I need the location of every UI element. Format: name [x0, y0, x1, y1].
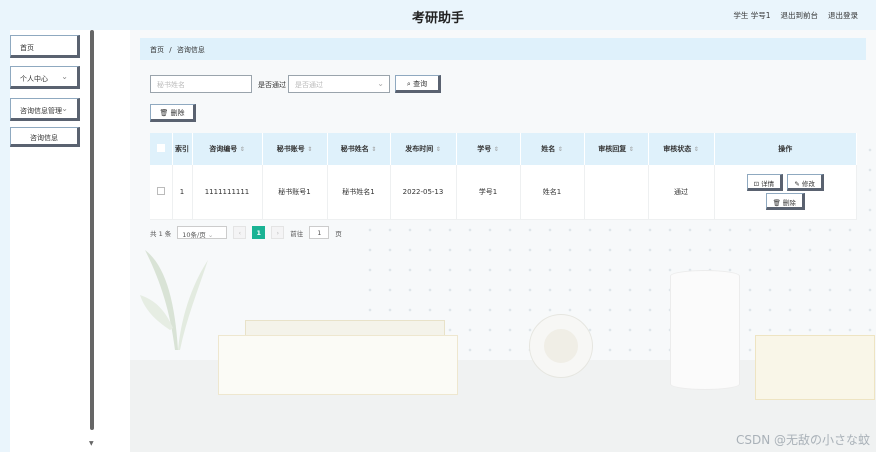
table-row: 1 1111111111 秘书账号1 秘书姓名1 2022-05-13 学号1 …: [150, 165, 857, 220]
user-label: 学生 学号1: [733, 11, 771, 20]
col-review-status[interactable]: 审核状态 ⇕: [648, 133, 715, 165]
sidebar-item-consult-info[interactable]: 咨询信息: [10, 127, 80, 147]
sort-icon: ⇕: [435, 146, 441, 153]
goto-prefix: 前往: [290, 229, 304, 238]
cell-index: 1: [172, 165, 193, 220]
cell-name: 姓名1: [520, 165, 585, 220]
sidebar-item-label: 首页: [20, 44, 34, 52]
chevron-down-icon: ⌄: [61, 72, 68, 81]
row-checkbox[interactable]: [156, 186, 165, 195]
sort-icon: ⇕: [239, 146, 245, 153]
select-all-checkbox[interactable]: [156, 144, 165, 152]
sidebar-item-home[interactable]: 首页: [10, 35, 80, 58]
consult-table: 索引 咨询编号 ⇕ 秘书账号 ⇕ 秘书姓名 ⇕ 发布时间 ⇕ 学号 ⇕ 姓名 ⇕…: [150, 133, 857, 220]
chevron-down-icon: ⌄: [377, 79, 384, 88]
select-all-cell[interactable]: [150, 133, 173, 165]
sort-icon: ⇕: [493, 146, 499, 153]
sidebar-item-label: 咨询信息管理: [20, 107, 62, 115]
chevron-down-icon: ⌄: [61, 104, 68, 113]
breadcrumb-separator: /: [169, 46, 172, 54]
passed-select[interactable]: 是否通过 ⌄: [288, 75, 390, 93]
edit-icon: ✎: [794, 179, 800, 188]
sidebar: [0, 30, 128, 452]
next-page-button[interactable]: ›: [271, 226, 285, 239]
breadcrumb: 首页 / 咨询信息: [140, 38, 866, 60]
chevron-down-icon: ⌄: [207, 231, 214, 239]
sidebar-item-personal[interactable]: 个人中心 ⌄: [10, 66, 80, 89]
sidebar-strip: [0, 30, 10, 452]
cell-student-no: 学号1: [456, 165, 521, 220]
page-button-1[interactable]: 1: [252, 226, 266, 239]
delete-button[interactable]: 🗑 删除: [765, 192, 805, 210]
row-select-cell[interactable]: [150, 165, 173, 220]
cell-publish-time: 2022-05-13: [390, 165, 457, 220]
edit-button[interactable]: ✎ 修改: [787, 173, 824, 191]
col-secretary-name[interactable]: 秘书姓名 ⇕: [327, 133, 391, 165]
ring-decoration: [530, 315, 592, 377]
query-button-label: 查询: [413, 80, 428, 88]
input-placeholder: 秘书姓名: [157, 81, 185, 89]
sort-icon: ⇕: [557, 146, 563, 153]
query-button[interactable]: ⌕ 查询: [395, 75, 441, 93]
delete-button-label: 删除: [170, 109, 185, 117]
scroll-down-arrow-icon[interactable]: ▼: [89, 440, 94, 447]
main-background: [130, 30, 876, 452]
col-secretary-account[interactable]: 秘书账号 ⇕: [262, 133, 328, 165]
goto-page-input[interactable]: 1: [309, 226, 330, 239]
sort-icon: ⇕: [371, 146, 377, 153]
col-name[interactable]: 姓名 ⇕: [520, 133, 585, 165]
search-icon: ⌕: [406, 80, 411, 88]
col-index: 索引: [172, 133, 193, 165]
secretary-name-input[interactable]: 秘书姓名: [150, 75, 252, 93]
trash-icon: 🗑: [772, 198, 781, 207]
cell-review-status: 通过: [648, 165, 715, 220]
total-count: 共 1 条: [150, 229, 172, 238]
goto-suffix: 页: [335, 229, 342, 238]
sidebar-item-consult-manage[interactable]: 咨询信息管理 ⌄: [10, 98, 80, 121]
top-right-nav: 学生 学号1 退出到前台 退出登录: [733, 10, 858, 21]
detail-button[interactable]: ⊡ 详情: [746, 173, 784, 191]
sort-icon: ⇕: [628, 146, 634, 153]
col-student-no[interactable]: 学号 ⇕: [456, 133, 521, 165]
front-link[interactable]: 退出到前台: [781, 10, 819, 21]
logout-link[interactable]: 退出登录: [828, 10, 858, 21]
cell-actions: ⊡ 详情 ✎ 修改 🗑 删除: [714, 165, 857, 220]
table-header-row: 索引 咨询编号 ⇕ 秘书账号 ⇕ 秘书姓名 ⇕ 发布时间 ⇕ 学号 ⇕ 姓名 ⇕…: [150, 133, 857, 165]
select-placeholder: 是否通过: [295, 81, 323, 89]
sort-icon: ⇕: [693, 146, 699, 153]
pagination: 共 1 条 10条/页 ⌄ ‹ 1 › 前往 1 页: [150, 226, 342, 239]
cell-secretary-account: 秘书账号1: [262, 165, 328, 220]
cylinder-decoration: [670, 270, 740, 390]
sidebar-scrollbar[interactable]: [90, 30, 94, 430]
col-publish-time[interactable]: 发布时间 ⇕: [390, 133, 457, 165]
col-review-reply[interactable]: 审核回复 ⇕: [584, 133, 649, 165]
cell-consult-no: 1111111111: [192, 165, 263, 220]
col-actions: 操作: [714, 133, 857, 165]
sidebar-item-label: 咨询信息: [30, 134, 58, 142]
watermark: CSDN @无敌の小さな蚊: [735, 433, 870, 447]
col-consult-no[interactable]: 咨询编号 ⇕: [192, 133, 263, 165]
breadcrumb-current: 咨询信息: [176, 46, 205, 54]
page-size-select[interactable]: 10条/页 ⌄: [177, 226, 228, 239]
pedestal-decoration: [218, 335, 458, 395]
detail-icon: ⊡: [753, 179, 760, 188]
cell-review-reply: [584, 165, 649, 220]
sort-icon: ⇕: [307, 146, 313, 153]
passed-label: 是否通过: [258, 81, 286, 89]
sidebar-item-label: 个人中心: [20, 75, 48, 83]
pedestal-decoration: [755, 335, 875, 400]
cell-secretary-name: 秘书姓名1: [327, 165, 391, 220]
trash-icon: 🗑: [159, 109, 169, 117]
prev-page-button[interactable]: ‹: [233, 226, 247, 239]
bulk-delete-button[interactable]: 🗑 删除: [150, 104, 196, 122]
breadcrumb-home[interactable]: 首页: [150, 46, 164, 54]
